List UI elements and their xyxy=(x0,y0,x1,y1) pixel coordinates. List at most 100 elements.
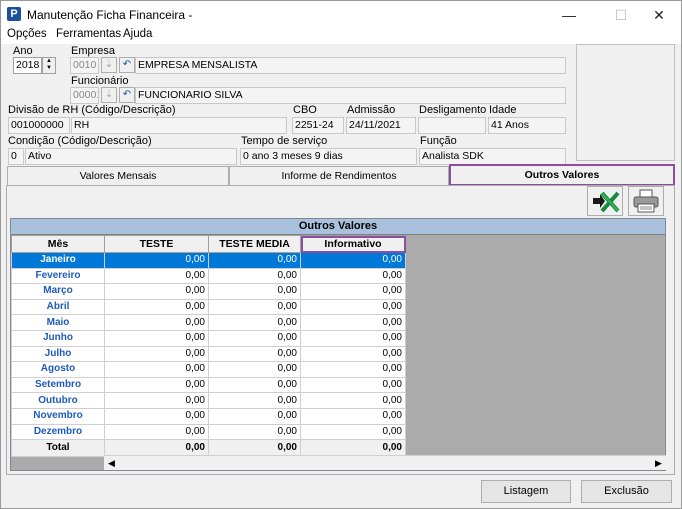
column-header-informativo[interactable]: Informativo xyxy=(300,235,406,253)
listagem-button[interactable]: Listagem xyxy=(481,480,571,503)
ano-spinner[interactable]: ▲ ▼ xyxy=(42,57,56,74)
month-cell[interactable]: Janeiro xyxy=(11,252,105,269)
empresa-code-field[interactable]: 0010 xyxy=(70,57,99,74)
value-cell[interactable]: 0,00 xyxy=(208,314,301,331)
value-cell[interactable]: 0,00 xyxy=(300,423,406,441)
value-cell[interactable]: 0,00 xyxy=(300,407,406,425)
value-cell[interactable]: 0,00 xyxy=(208,423,301,441)
empresa-lookup-icon[interactable]: ⇣ xyxy=(101,57,117,73)
menu-ajuda[interactable]: Ajuda xyxy=(123,28,152,40)
table-row[interactable]: Setembro 0,00 0,00 0,00 xyxy=(11,376,406,394)
value-cell[interactable]: 0,00 xyxy=(104,298,209,316)
divisao-desc-field: RH xyxy=(71,117,287,134)
spin-up-icon[interactable]: ▲ xyxy=(43,58,55,65)
value-cell[interactable]: 0,00 xyxy=(208,392,301,409)
month-cell[interactable]: Agosto xyxy=(11,361,105,378)
value-cell[interactable]: 0,00 xyxy=(300,329,406,347)
value-cell[interactable]: 0,00 xyxy=(104,376,209,394)
main-window: P Manutenção Ficha Financeira - — ☐ ✕ Op… xyxy=(0,0,682,509)
month-cell[interactable]: Dezembro xyxy=(11,423,105,441)
value-cell[interactable]: 0,00 xyxy=(300,345,406,363)
table-row[interactable]: Março 0,00 0,00 0,00 xyxy=(11,283,406,300)
value-cell[interactable]: 0,00 xyxy=(104,361,209,378)
month-cell[interactable]: Outubro xyxy=(11,392,105,409)
month-cell[interactable]: Março xyxy=(11,283,105,300)
divisao-label: Divisão de RH (Código/Descrição) xyxy=(8,104,176,116)
table-row[interactable]: Junho 0,00 0,00 0,00 xyxy=(11,329,406,347)
horizontal-scrollbar[interactable]: ◀ ▶ xyxy=(104,455,666,470)
month-cell[interactable]: Novembro xyxy=(11,407,105,425)
value-cell[interactable]: 0,00 xyxy=(104,314,209,331)
exclusao-button[interactable]: Exclusão xyxy=(581,480,672,503)
value-cell[interactable]: 0,00 xyxy=(300,392,406,409)
table-row[interactable]: Maio 0,00 0,00 0,00 xyxy=(11,314,406,331)
column-header-teste[interactable]: TESTE xyxy=(104,235,209,253)
value-cell[interactable]: 0,00 xyxy=(208,376,301,394)
export-excel-button[interactable] xyxy=(587,186,623,216)
value-cell[interactable]: 0,00 xyxy=(104,345,209,363)
table-row[interactable]: Abril 0,00 0,00 0,00 xyxy=(11,298,406,316)
value-cell[interactable]: 0,00 xyxy=(104,392,209,409)
scroll-left-icon[interactable]: ◀ xyxy=(104,456,119,471)
tab-informe-rendimentos[interactable]: Informe de Rendimentos xyxy=(229,166,449,185)
value-cell[interactable]: 0,00 xyxy=(104,423,209,441)
value-cell[interactable]: 0,00 xyxy=(208,345,301,363)
divisao-code-field: 001000000 xyxy=(8,117,70,134)
value-cell[interactable]: 0,00 xyxy=(208,361,301,378)
value-cell[interactable]: 0,00 xyxy=(300,314,406,331)
table-row[interactable]: Fevereiro 0,00 0,00 0,00 xyxy=(11,267,406,285)
value-cell[interactable]: 0,00 xyxy=(208,283,301,300)
value-cell[interactable]: 0,00 xyxy=(208,267,301,285)
scroll-right-icon[interactable]: ▶ xyxy=(651,456,666,471)
table-row[interactable]: Outubro 0,00 0,00 0,00 xyxy=(11,392,406,409)
ano-input[interactable]: 2018 xyxy=(13,57,42,74)
value-cell[interactable]: 0,00 xyxy=(300,252,406,269)
close-button[interactable]: ✕ xyxy=(637,1,681,29)
value-cell[interactable]: 0,00 xyxy=(104,252,209,269)
value-cell[interactable]: 0,00 xyxy=(208,407,301,425)
employee-photo xyxy=(576,44,675,161)
menu-opcoes[interactable]: Opções xyxy=(7,28,47,40)
cbo-field: 2251-24 xyxy=(292,117,344,134)
value-cell[interactable]: 0,00 xyxy=(300,298,406,316)
scroll-thumb[interactable] xyxy=(119,458,139,468)
spin-down-icon[interactable]: ▼ xyxy=(43,65,55,72)
value-cell[interactable]: 0,00 xyxy=(208,329,301,347)
empresa-undo-icon[interactable]: ↶ xyxy=(119,57,135,73)
funcionario-undo-icon[interactable]: ↶ xyxy=(119,87,135,103)
value-cell[interactable]: 0,00 xyxy=(300,267,406,285)
month-cell[interactable]: Fevereiro xyxy=(11,267,105,285)
funcionario-code-field[interactable]: 00001 xyxy=(70,87,99,104)
value-cell[interactable]: 0,00 xyxy=(300,376,406,394)
app-icon: P xyxy=(7,7,21,21)
month-cell[interactable]: Setembro xyxy=(11,376,105,394)
table-row[interactable]: Julho 0,00 0,00 0,00 xyxy=(11,345,406,363)
month-cell[interactable]: Abril xyxy=(11,298,105,316)
ano-label: Ano xyxy=(13,45,33,57)
column-header-teste-media[interactable]: TESTE MEDIA xyxy=(208,235,301,253)
value-cell[interactable]: 0,00 xyxy=(104,283,209,300)
table-row[interactable]: Novembro 0,00 0,00 0,00 xyxy=(11,407,406,425)
value-cell[interactable]: 0,00 xyxy=(208,252,301,269)
menu-ferramentas[interactable]: Ferramentas xyxy=(56,28,121,40)
print-button[interactable] xyxy=(628,186,664,216)
tab-valores-mensais[interactable]: Valores Mensais xyxy=(7,166,229,185)
value-cell[interactable]: 0,00 xyxy=(208,298,301,316)
month-cell[interactable]: Junho xyxy=(11,329,105,347)
value-cell[interactable]: 0,00 xyxy=(104,267,209,285)
value-cell[interactable]: 0,00 xyxy=(300,283,406,300)
table-row[interactable]: Dezembro 0,00 0,00 0,00 xyxy=(11,423,406,441)
minimize-button[interactable]: — xyxy=(547,1,591,29)
table-row[interactable]: Agosto 0,00 0,00 0,00 xyxy=(11,361,406,378)
column-header-mes[interactable]: Mês xyxy=(11,235,105,253)
month-cell[interactable]: Julho xyxy=(11,345,105,363)
idade-label: Idade xyxy=(489,104,517,116)
value-cell[interactable]: 0,00 xyxy=(300,361,406,378)
value-cell[interactable]: 0,00 xyxy=(104,407,209,425)
value-cell[interactable]: 0,00 xyxy=(104,329,209,347)
funcao-field: Analista SDK xyxy=(419,148,566,165)
month-cell[interactable]: Maio xyxy=(11,314,105,331)
tab-outros-valores[interactable]: Outros Valores xyxy=(449,164,675,186)
funcionario-lookup-icon[interactable]: ⇣ xyxy=(101,87,117,103)
table-row[interactable]: Janeiro 0,00 0,00 0,00 xyxy=(11,252,406,269)
